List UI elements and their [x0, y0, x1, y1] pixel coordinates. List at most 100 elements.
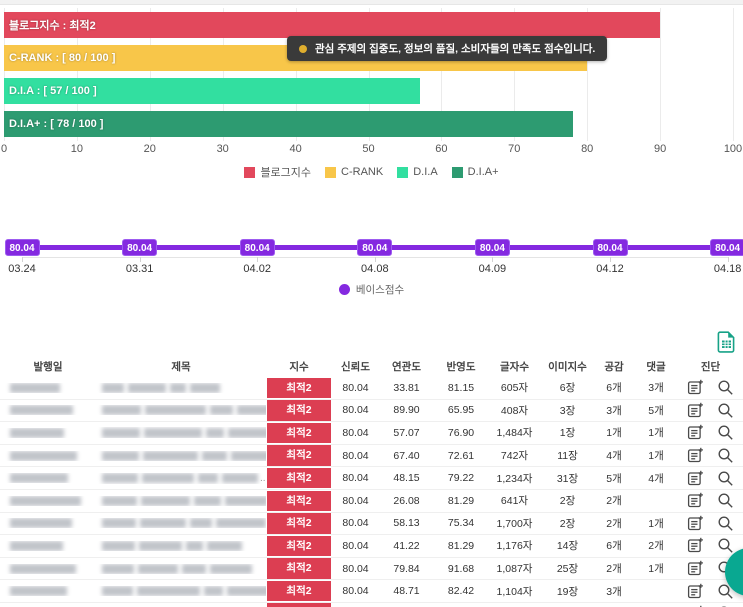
data-point-badge[interactable]: 80.04 [474, 238, 510, 256]
post-title-redacted[interactable] [96, 450, 266, 461]
bar-chart-plot-area: 블로그지수 : 최적2 C-RANK : [ 80 / 100 ] D.I.A : … [4, 8, 734, 141]
memo-add-icon [687, 538, 703, 553]
comment-count: 4개 [648, 472, 664, 485]
legend-swatch-icon [397, 166, 409, 178]
table-row: 최적2 80.04 33.81 81.15 605자 6장 6개 3개 [0, 377, 743, 400]
magnifier-icon [718, 448, 733, 463]
header-col-image-count: 이미지수 [548, 361, 587, 373]
post-title-redacted[interactable] [96, 540, 266, 551]
date-tick-label: 03.31 [125, 263, 154, 275]
reflect-score: 75.34 [447, 517, 475, 530]
base-score-line-chart: 베이스점수 80.04 03.24 80.04 03.31 80.04 04.02 80.0… [0, 230, 743, 305]
line-chart-legend[interactable]: 베이스점수 [0, 282, 743, 297]
comment-count: 3개 [648, 382, 664, 395]
post-title-redacted[interactable] [96, 405, 266, 416]
post-title-redacted[interactable]: .. [96, 473, 266, 484]
post-title-redacted[interactable] [96, 518, 266, 529]
like-count: 3개 [606, 585, 622, 598]
inspect-button[interactable] [717, 537, 734, 554]
char-count: 1,176자 [496, 540, 533, 553]
memo-add-button[interactable] [687, 560, 704, 577]
date-tick-label: 04.18 [713, 263, 742, 275]
post-title-redacted[interactable] [96, 586, 266, 597]
comment-count: 1개 [648, 450, 664, 463]
memo-add-button[interactable] [687, 537, 704, 554]
memo-add-button[interactable] [687, 402, 704, 419]
title-ellipsis: .. [260, 472, 266, 484]
char-count: 408자 [500, 404, 529, 417]
diagnosis-cell [678, 515, 743, 532]
reflect-score: 91.68 [447, 562, 475, 575]
index-cell: 최적2 [266, 513, 332, 534]
memo-add-button[interactable] [687, 470, 704, 487]
bar-label: 블로그지수 : 최적2 [9, 20, 96, 32]
trust-score: 80.04 [342, 562, 369, 575]
post-title-redacted[interactable] [96, 495, 266, 506]
data-point-badge[interactable]: 80.04 [357, 238, 393, 256]
char-count: 1,700자 [496, 517, 533, 530]
legend-item[interactable]: D.I.A [397, 164, 438, 180]
table-row: 최적2 [0, 603, 743, 607]
data-point-badge[interactable]: 80.04 [239, 238, 275, 256]
legend-item[interactable]: D.I.A+ [451, 164, 499, 180]
memo-add-button[interactable] [687, 424, 704, 441]
post-title-redacted[interactable]: .. [96, 427, 266, 438]
memo-add-icon [687, 560, 703, 576]
legend-label: C-RANK [341, 166, 384, 178]
memo-add-button[interactable] [687, 583, 704, 600]
memo-add-button[interactable] [687, 515, 704, 532]
char-count: 742자 [500, 450, 529, 463]
chart-tooltip: 관심 주제의 집중도, 정보의 품질, 소비자들의 만족도 점수입니다. [287, 36, 608, 61]
tooltip-bullet-icon [299, 44, 307, 53]
legend-swatch-icon [451, 166, 463, 178]
reflect-score: 76.90 [447, 426, 475, 439]
data-point-badge[interactable]: 80.04 [592, 238, 628, 256]
inspect-button[interactable] [717, 402, 734, 419]
inspect-button[interactable] [717, 492, 734, 509]
memo-add-button[interactable] [687, 492, 704, 509]
memo-add-button[interactable] [687, 379, 704, 396]
trust-score: 80.04 [342, 494, 369, 507]
data-point-badge[interactable]: 80.04 [122, 238, 158, 256]
post-title-redacted[interactable] [96, 382, 266, 393]
legend-item[interactable]: C-RANK [325, 164, 383, 180]
diagnosis-cell [678, 537, 743, 554]
inspect-button[interactable] [717, 470, 734, 487]
date-tick-label: 04.02 [243, 263, 271, 275]
index-cell: 최적2 [266, 580, 332, 602]
bar-dia-plus[interactable]: D.I.A+ : [ 78 / 100 ] [4, 111, 573, 137]
posts-table-section: 발행일 제목 지수 신뢰도 연관도 반영도 글자수 이미지수 공감 댓글 진단 최적2 80.04 33… [0, 331, 743, 607]
like-count: 1개 [606, 427, 622, 440]
axis-tick [22, 257, 23, 262]
bar-dia[interactable]: D.I.A : [ 57 / 100 ] [4, 78, 420, 104]
grade-badge: 최적2 [267, 603, 331, 607]
excel-export-button[interactable] [715, 331, 737, 354]
legend-item[interactable]: 블로그지수 [244, 164, 311, 180]
trust-score: 80.04 [342, 472, 369, 485]
memo-add-icon [687, 515, 703, 531]
header-col-diagnosis: 진단 [700, 361, 721, 373]
table-body: 최적2 80.04 33.81 81.15 605자 6장 6개 3개 최적2 80.04 89.9… [0, 377, 743, 607]
legend-swatch-icon [325, 166, 337, 178]
trust-score: 80.04 [342, 404, 369, 417]
diagnosis-cell [678, 402, 743, 419]
inspect-button[interactable] [717, 447, 734, 464]
image-count: 25장 [556, 563, 579, 576]
bar-blog-index[interactable]: 블로그지수 : 최적2 [4, 12, 661, 38]
axis-tick [139, 257, 141, 262]
data-point-badge[interactable]: 80.04 [4, 238, 40, 256]
reflect-score: 81.15 [447, 381, 475, 394]
publish-date-redacted [0, 563, 96, 574]
data-point-badge[interactable]: 80.04 [710, 238, 743, 256]
inspect-button[interactable] [717, 424, 734, 441]
inspect-button[interactable] [717, 515, 734, 532]
memo-add-button[interactable] [687, 447, 704, 464]
post-title-redacted[interactable] [96, 563, 266, 574]
x-tick-label: 30 [216, 143, 229, 155]
bar-label: D.I.A : [ 57 / 100 ] [9, 85, 97, 97]
relevance-score: 67.40 [393, 449, 420, 462]
header-col-likes: 공감 [604, 361, 624, 373]
inspect-button[interactable] [717, 379, 734, 396]
index-cell: 최적2 [266, 400, 332, 421]
grade-badge: 최적2 [267, 445, 331, 466]
